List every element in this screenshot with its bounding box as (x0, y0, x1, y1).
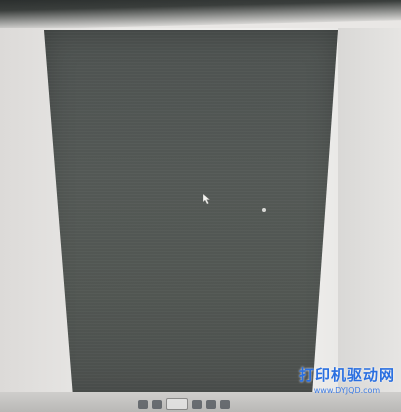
toolbar-buttons (138, 398, 230, 410)
watermark-title: 打印机驱动网 (298, 366, 395, 384)
zoom-in-icon[interactable] (192, 399, 202, 409)
watermark: 打印机驱动网 www.DYJQD.com (299, 364, 395, 395)
screen-speck (262, 208, 266, 212)
actual-size-button[interactable] (166, 398, 188, 410)
screen-photo: 打印机驱动网 www.DYJQD.com (0, 0, 401, 412)
monitor-bezel (0, 0, 401, 30)
previous-icon[interactable] (138, 399, 148, 409)
right-margin-panel (338, 28, 401, 400)
next-icon[interactable] (206, 399, 216, 409)
watermark-url: www.DYJQD.com (313, 386, 381, 395)
rotate-icon[interactable] (220, 399, 230, 409)
scanned-page-preview[interactable] (44, 30, 338, 402)
mouse-pointer-icon (203, 194, 211, 204)
zoom-out-icon[interactable] (152, 399, 162, 409)
